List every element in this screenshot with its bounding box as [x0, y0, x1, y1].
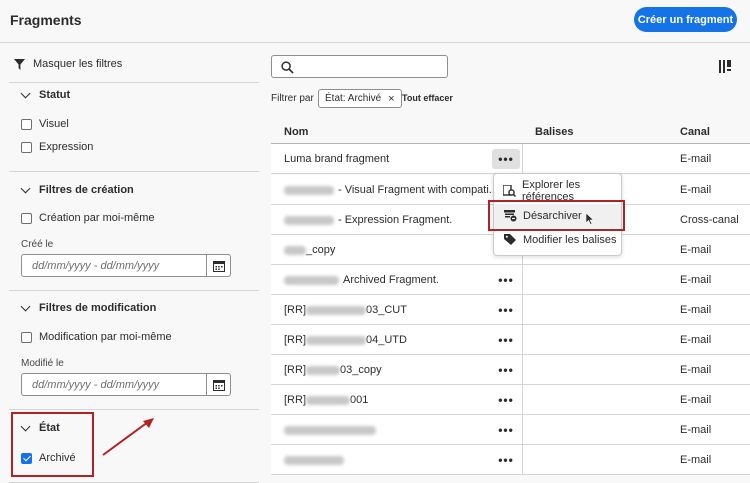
menu-item-label: Modifier les balises [523, 234, 617, 246]
channel-cell: E-mail [680, 424, 712, 436]
channel-cell: E-mail [680, 334, 712, 346]
column-header-name[interactable]: Nom [284, 126, 308, 138]
column-divider [522, 355, 523, 385]
channel-cell: E-mail [680, 364, 712, 376]
more-actions-button[interactable]: ••• [492, 360, 520, 380]
table-row[interactable]: [RR] 001 ••• E-mail [271, 385, 750, 415]
fragment-name: [RR] [284, 394, 306, 406]
fragment-name-suffix: 001 [350, 394, 369, 406]
redacted-text [284, 245, 306, 255]
redacted-text [306, 335, 366, 345]
fragment-name: _copy [306, 244, 336, 256]
search-icon [281, 61, 294, 74]
redacted-text [306, 395, 350, 405]
fragment-name: Archived Fragment. [343, 274, 439, 286]
more-actions-button[interactable]: ••• [492, 300, 520, 320]
table-row[interactable]: [RR] 04_UTD ••• E-mail [271, 325, 750, 355]
more-actions-button[interactable]: ••• [492, 330, 520, 350]
fragment-name: - Expression Fragment. [338, 214, 453, 226]
column-divider [522, 265, 523, 295]
fragment-name-cell[interactable]: _copy [284, 244, 335, 256]
column-settings-icon[interactable] [719, 60, 731, 73]
table-row[interactable]: [RR] 03_CUT ••• E-mail [271, 295, 750, 325]
fragment-name-suffix: 03_CUT [366, 304, 407, 316]
table-row[interactable]: [RR] 03_copy ••• E-mail [271, 355, 750, 385]
channel-cell: Cross-canal [680, 214, 739, 226]
more-actions-button[interactable]: ••• [492, 149, 520, 169]
redacted-text [284, 455, 344, 465]
fragment-name-cell[interactable]: [RR] 03_copy [284, 364, 382, 376]
menu-item-edit-tags[interactable]: Modifier les balises [494, 228, 621, 252]
column-divider [522, 445, 523, 475]
channel-cell: E-mail [680, 153, 712, 165]
fragment-name-cell[interactable] [284, 424, 376, 436]
redacted-text [284, 185, 334, 195]
table-row[interactable]: Archived Fragment. ••• E-mail [271, 265, 750, 295]
fragment-name[interactable]: Luma brand fragment [284, 153, 389, 165]
fragment-name: - Visual Fragment with compati... [338, 184, 498, 196]
channel-cell: E-mail [680, 244, 712, 256]
column-header-tags[interactable]: Balises [535, 126, 574, 138]
more-actions-button[interactable]: ••• [492, 270, 520, 290]
tag-icon [503, 234, 517, 246]
fragment-name-cell[interactable]: - Expression Fragment. [284, 214, 452, 226]
redacted-text [306, 365, 340, 375]
table-row[interactable]: ••• E-mail [271, 445, 750, 475]
column-divider [522, 415, 523, 445]
clear-all-link[interactable]: Tout effacer [402, 93, 453, 103]
channel-cell: E-mail [680, 274, 712, 286]
fragment-name: [RR] [284, 364, 306, 376]
fragment-name-cell[interactable]: [RR] 03_CUT [284, 304, 407, 316]
explore-references-icon [503, 185, 516, 197]
fragment-name: [RR] [284, 334, 306, 346]
channel-cell: E-mail [680, 454, 712, 466]
channel-cell: E-mail [680, 304, 712, 316]
column-divider [522, 325, 523, 355]
column-divider [522, 385, 523, 415]
channel-cell: E-mail [680, 184, 712, 196]
fragment-name: [RR] [284, 304, 306, 316]
column-divider [522, 144, 523, 174]
fragment-name-cell[interactable]: Archived Fragment. [284, 274, 439, 286]
fragment-name-suffix: 04_UTD [366, 334, 407, 346]
redacted-text [284, 275, 339, 285]
redacted-text [284, 215, 334, 225]
fragment-name-suffix: 03_copy [340, 364, 382, 376]
table-row[interactable]: Luma brand fragment ••• E-mail [271, 144, 750, 174]
table-row[interactable]: ••• E-mail [271, 415, 750, 445]
fragment-name-cell[interactable] [284, 454, 344, 466]
column-header-channel[interactable]: Canal [680, 126, 710, 138]
column-divider [522, 295, 523, 325]
fragment-name-cell[interactable]: [RR] 001 [284, 394, 368, 406]
fragment-name-cell[interactable]: [RR] 04_UTD [284, 334, 407, 346]
filter-tag-label: État: Archivé [325, 93, 382, 104]
redacted-text [284, 425, 376, 435]
channel-cell: E-mail [680, 394, 712, 406]
more-actions-button[interactable]: ••• [492, 420, 520, 440]
active-filter-tag[interactable]: État: Archivé × [318, 89, 402, 108]
search-input[interactable] [271, 55, 448, 78]
unarchive-highlight-box [488, 200, 625, 231]
more-actions-button[interactable]: ••• [492, 390, 520, 410]
more-actions-button[interactable]: ••• [492, 450, 520, 470]
close-icon[interactable]: × [388, 93, 394, 105]
filter-by-label: Filtrer par [271, 93, 314, 104]
redacted-text [306, 305, 366, 315]
fragment-name-cell[interactable]: - Visual Fragment with compati... [284, 184, 498, 196]
